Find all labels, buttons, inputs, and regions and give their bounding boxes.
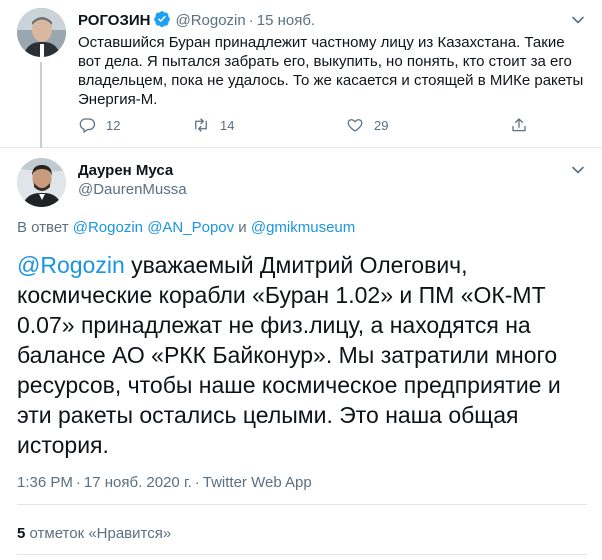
reply-count: 12 bbox=[106, 117, 121, 133]
verified-badge-icon bbox=[153, 10, 171, 33]
mention-link[interactable]: @Rogozin bbox=[17, 252, 125, 278]
tweet-meta: 1:36 PM · 17 нояб. 2020 г. · Twitter Web App bbox=[17, 473, 312, 492]
divider bbox=[17, 554, 587, 555]
author-handle[interactable]: @Rogozin bbox=[175, 12, 245, 29]
likes-label: отметок «Нравится» bbox=[25, 525, 172, 542]
tweet-body: уважаемый Дмитрий Олегович, космические … bbox=[17, 252, 561, 458]
focused-tweet: Даурен Муса @DaurenMussa В ответ @Rogozi… bbox=[0, 148, 602, 560]
likes-summary[interactable]: 5 отметок «Нравится» bbox=[17, 524, 171, 543]
retweet-icon bbox=[195, 118, 207, 132]
tweet-time[interactable]: 1:36 PM bbox=[17, 474, 73, 491]
tweet-date[interactable]: 17 нояб. 2020 г. bbox=[84, 474, 192, 491]
tweet-client[interactable]: Twitter Web App bbox=[203, 474, 312, 491]
divider bbox=[17, 504, 587, 505]
separator-dot: · bbox=[194, 474, 200, 491]
reply-prefix: В ответ bbox=[17, 219, 73, 236]
tweet-date[interactable]: 15 нояб. bbox=[257, 12, 315, 29]
heart-icon bbox=[347, 119, 363, 132]
mention-link[interactable]: @AN_Popov bbox=[147, 219, 234, 236]
tweet-text: @Rogozin уважаемый Дмитрий Олегович, кос… bbox=[17, 250, 587, 460]
author-name[interactable]: РОГОЗИН bbox=[78, 12, 150, 29]
mention-link[interactable]: @gmikmuseum bbox=[251, 219, 355, 236]
parent-tweet[interactable]: РОГОЗИН @Rogozin · 15 нояб. Оставшийся Бура… bbox=[0, 0, 602, 148]
chevron-down-icon[interactable] bbox=[568, 10, 588, 30]
retweet-button[interactable]: 14 bbox=[192, 116, 234, 134]
thread-line bbox=[40, 62, 42, 148]
mention-link[interactable]: @Rogozin bbox=[73, 219, 143, 236]
tweet-text: Оставшийся Буран принадлежит частному ли… bbox=[78, 34, 584, 108]
avatar-rogozin[interactable] bbox=[17, 8, 66, 57]
reply-context: В ответ @Rogozin @AN_Popov и @gmikmuseum bbox=[17, 218, 355, 237]
share-button[interactable] bbox=[510, 116, 538, 134]
share-icon bbox=[512, 118, 526, 132]
like-count: 29 bbox=[374, 117, 389, 133]
reply-and: и bbox=[234, 219, 251, 236]
like-button[interactable]: 29 bbox=[346, 116, 388, 134]
tweet-actions: 12 14 29 bbox=[78, 116, 526, 136]
chevron-down-icon[interactable] bbox=[568, 160, 588, 180]
separator-dot: · bbox=[248, 12, 254, 29]
avatar-dauren[interactable] bbox=[17, 158, 66, 207]
reply-button[interactable]: 12 bbox=[78, 116, 120, 134]
tweet-header: РОГОЗИН @Rogozin · 15 нояб. bbox=[78, 10, 315, 33]
reply-icon bbox=[79, 118, 96, 133]
author-handle[interactable]: @DaurenMussa bbox=[78, 181, 187, 199]
retweet-count: 14 bbox=[220, 117, 235, 133]
author-name[interactable]: Даурен Муса bbox=[78, 162, 173, 180]
separator-dot: · bbox=[75, 474, 81, 491]
